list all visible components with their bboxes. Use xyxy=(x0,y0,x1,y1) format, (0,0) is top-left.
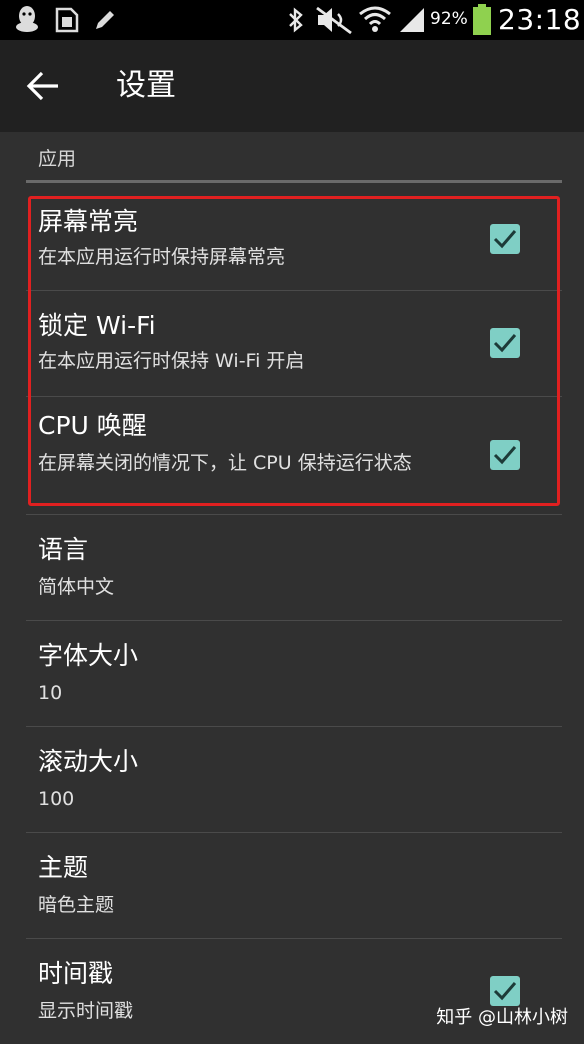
setting-title: 滚动大小 xyxy=(38,747,139,776)
divider xyxy=(26,938,562,939)
back-arrow-icon[interactable] xyxy=(26,70,62,102)
page-title: 设置 xyxy=(116,68,176,103)
divider xyxy=(26,514,562,515)
setting-summary: 100 xyxy=(38,788,75,810)
setting-title: CPU 唤醒 xyxy=(38,411,147,440)
setting-font-size[interactable]: 字体大小 10 xyxy=(26,622,562,726)
setting-summary: 在本应用运行时保持屏幕常亮 xyxy=(38,246,286,268)
lock-wifi-checkbox[interactable] xyxy=(490,328,520,358)
settings-list: 应用 屏幕常亮 在本应用运行时保持屏幕常亮 锁定 Wi-Fi 在本应用运行时保持… xyxy=(0,132,584,1044)
setting-summary: 在本应用运行时保持 Wi-Fi 开启 xyxy=(38,350,305,372)
setting-title: 字体大小 xyxy=(38,641,139,670)
setting-summary: 显示时间戳 xyxy=(38,1000,134,1022)
check-icon xyxy=(493,230,517,249)
setting-keep-screen-on[interactable]: 屏幕常亮 在本应用运行时保持屏幕常亮 xyxy=(26,198,562,290)
setting-cpu-wake[interactable]: CPU 唤醒 在屏幕关闭的情况下，让 CPU 保持运行状态 xyxy=(26,398,562,506)
wifi-icon xyxy=(359,6,391,32)
pen-icon xyxy=(96,11,114,29)
clock: 23:18 xyxy=(498,3,582,36)
setting-title: 时间戳 xyxy=(38,959,114,988)
setting-summary: 暗色主题 xyxy=(38,894,115,916)
setting-title: 语言 xyxy=(38,535,89,564)
setting-title: 屏幕常亮 xyxy=(38,207,139,236)
setting-summary: 简体中文 xyxy=(38,576,115,598)
section-header: 应用 xyxy=(38,148,77,170)
battery-percent: 92% xyxy=(430,9,468,29)
setting-theme[interactable]: 主题 暗色主题 xyxy=(26,834,562,938)
setting-summary: 10 xyxy=(38,682,63,704)
divider xyxy=(26,620,562,621)
setting-title: 主题 xyxy=(38,853,89,882)
setting-language[interactable]: 语言 简体中文 xyxy=(26,516,562,620)
watermark: 知乎 @山林小树 xyxy=(436,1007,568,1028)
setting-scroll-size[interactable]: 滚动大小 100 xyxy=(26,728,562,832)
status-bar: 92% 23:18 xyxy=(0,0,584,40)
setting-summary: 在屏幕关闭的情况下，让 CPU 保持运行状态 xyxy=(38,452,412,474)
timestamp-checkbox[interactable] xyxy=(490,976,520,1006)
keep-screen-on-checkbox[interactable] xyxy=(490,224,520,254)
check-icon xyxy=(493,446,517,465)
divider xyxy=(26,290,562,291)
check-icon xyxy=(493,334,517,353)
check-icon xyxy=(493,982,517,1001)
divider xyxy=(26,396,562,397)
section-divider xyxy=(26,180,562,183)
mute-icon xyxy=(316,6,352,35)
setting-title: 锁定 Wi-Fi xyxy=(38,311,156,340)
bluetooth-icon xyxy=(289,7,303,33)
divider xyxy=(26,832,562,833)
qq-icon xyxy=(16,6,38,32)
app-bar: 设置 xyxy=(0,40,584,132)
sim-card-icon xyxy=(55,7,79,33)
setting-lock-wifi[interactable]: 锁定 Wi-Fi 在本应用运行时保持 Wi-Fi 开启 xyxy=(26,292,562,396)
divider xyxy=(26,726,562,727)
signal-icon xyxy=(400,8,424,32)
cpu-wake-checkbox[interactable] xyxy=(490,440,520,470)
battery-icon xyxy=(473,4,491,35)
